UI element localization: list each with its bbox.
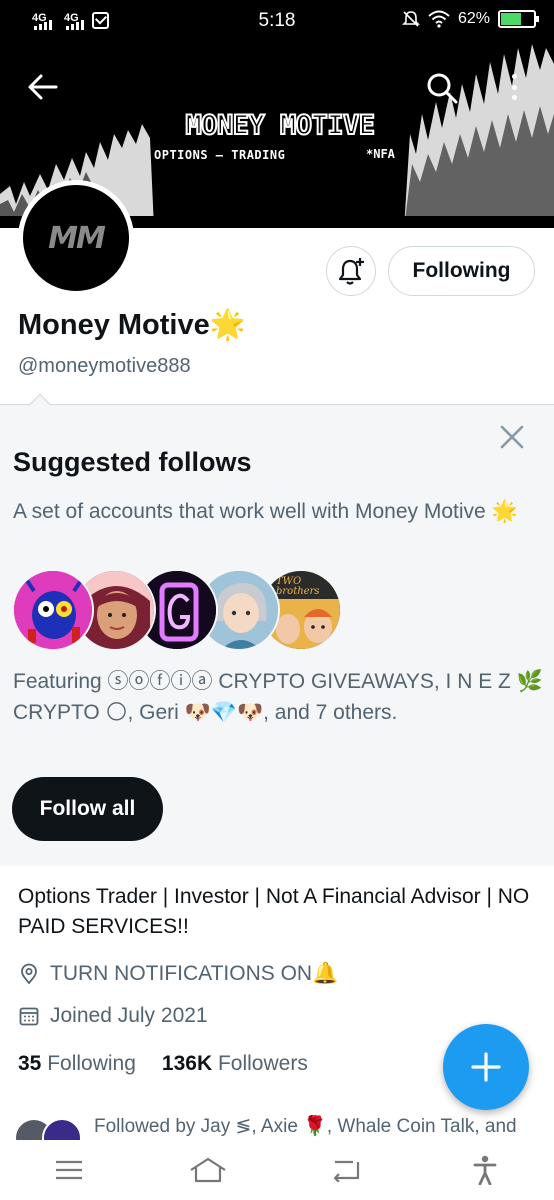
notifications-button[interactable]	[326, 246, 376, 296]
nav-accessibility-button[interactable]	[416, 1140, 554, 1200]
following-label: Following	[47, 1052, 136, 1075]
banner-subtitle: OPTIONS — TRADING	[154, 148, 286, 162]
followers-label: Followers	[217, 1052, 308, 1075]
more-vertical-icon	[511, 74, 517, 79]
suggested-follows-panel: Suggested follows A set of accounts that…	[0, 393, 554, 866]
arrow-left-icon	[28, 74, 58, 100]
following-count: 35	[18, 1052, 42, 1075]
home-icon	[190, 1157, 226, 1183]
profile-name: Money Motive🌟	[18, 309, 246, 341]
followed-by-row[interactable]: Followed by Jay ≶, Axie 🌹, Whale Coin Ta…	[14, 1110, 554, 1140]
profile-location: TURN NOTIFICATIONS ON🔔	[50, 962, 339, 985]
bell-plus-icon	[338, 258, 364, 285]
followers-count-link[interactable]: 136K Followers	[162, 1052, 308, 1076]
suggested-featuring-text: Featuring ⓢⓞⓕⓘⓐ CRYPTO GIVEAWAYS, I N E …	[13, 670, 543, 724]
following-count-link[interactable]: 35 Following	[18, 1052, 136, 1076]
calendar-icon	[19, 1007, 39, 1026]
accessibility-icon	[473, 1155, 497, 1185]
panel-notch	[28, 393, 52, 417]
search-button[interactable]	[426, 72, 458, 104]
suggested-description: A set of accounts that work well with Mo…	[13, 500, 518, 523]
nav-menu-button[interactable]	[0, 1140, 139, 1200]
follow-all-button[interactable]: Follow all	[12, 777, 163, 841]
avatar-5-caption: TWO brothers	[276, 576, 320, 597]
search-icon	[427, 73, 458, 104]
more-options-button[interactable]	[508, 70, 520, 104]
wifi-icon	[428, 10, 450, 28]
banner-tag: *NFA	[366, 147, 395, 161]
battery-level	[501, 13, 521, 25]
profile-bio: Options Trader | Investor | Not A Financ…	[18, 885, 530, 938]
status-bar: 4G 4G 5:18 62%	[0, 0, 554, 44]
return-icon	[334, 1160, 360, 1182]
battery-icon	[498, 10, 539, 28]
compose-tweet-button[interactable]	[443, 1024, 529, 1110]
profile-handle: @moneymotive888	[18, 355, 191, 377]
system-navigation-bar	[0, 1140, 554, 1200]
profile-joined: Joined July 2021	[50, 1004, 208, 1027]
banner-title: MONEY MOTIVE	[184, 109, 376, 142]
plus-icon	[471, 1052, 501, 1082]
follow-counts: 35 Following 136K Followers	[18, 1052, 308, 1076]
followers-count: 136K	[161, 1052, 213, 1075]
battery-percentage: 62%	[457, 10, 490, 27]
mute-icon	[402, 11, 420, 27]
menu-icon	[56, 1160, 83, 1180]
following-button[interactable]: Following	[388, 246, 535, 296]
avatar-image	[14, 571, 92, 649]
avatar-logo-text: MM	[48, 220, 106, 256]
profile-avatar[interactable]: MM	[18, 180, 134, 296]
back-button[interactable]	[26, 72, 60, 102]
followed-by-text: Followed by Jay ≶, Axie 🌹, Whale Coin Ta…	[94, 1116, 517, 1137]
followed-by-avatar-2	[42, 1118, 82, 1140]
nav-home-button[interactable]	[139, 1140, 278, 1200]
location-pin-icon	[21, 963, 37, 985]
profile-joined-row: Joined July 2021	[18, 1004, 208, 1028]
suggested-avatar-1[interactable]	[12, 569, 94, 651]
nav-back-button[interactable]	[277, 1140, 416, 1200]
dismiss-suggestions-button[interactable]	[498, 423, 526, 451]
suggested-title: Suggested follows	[13, 447, 252, 477]
close-icon	[500, 425, 524, 449]
profile-location-row: TURN NOTIFICATIONS ON🔔	[18, 962, 338, 986]
